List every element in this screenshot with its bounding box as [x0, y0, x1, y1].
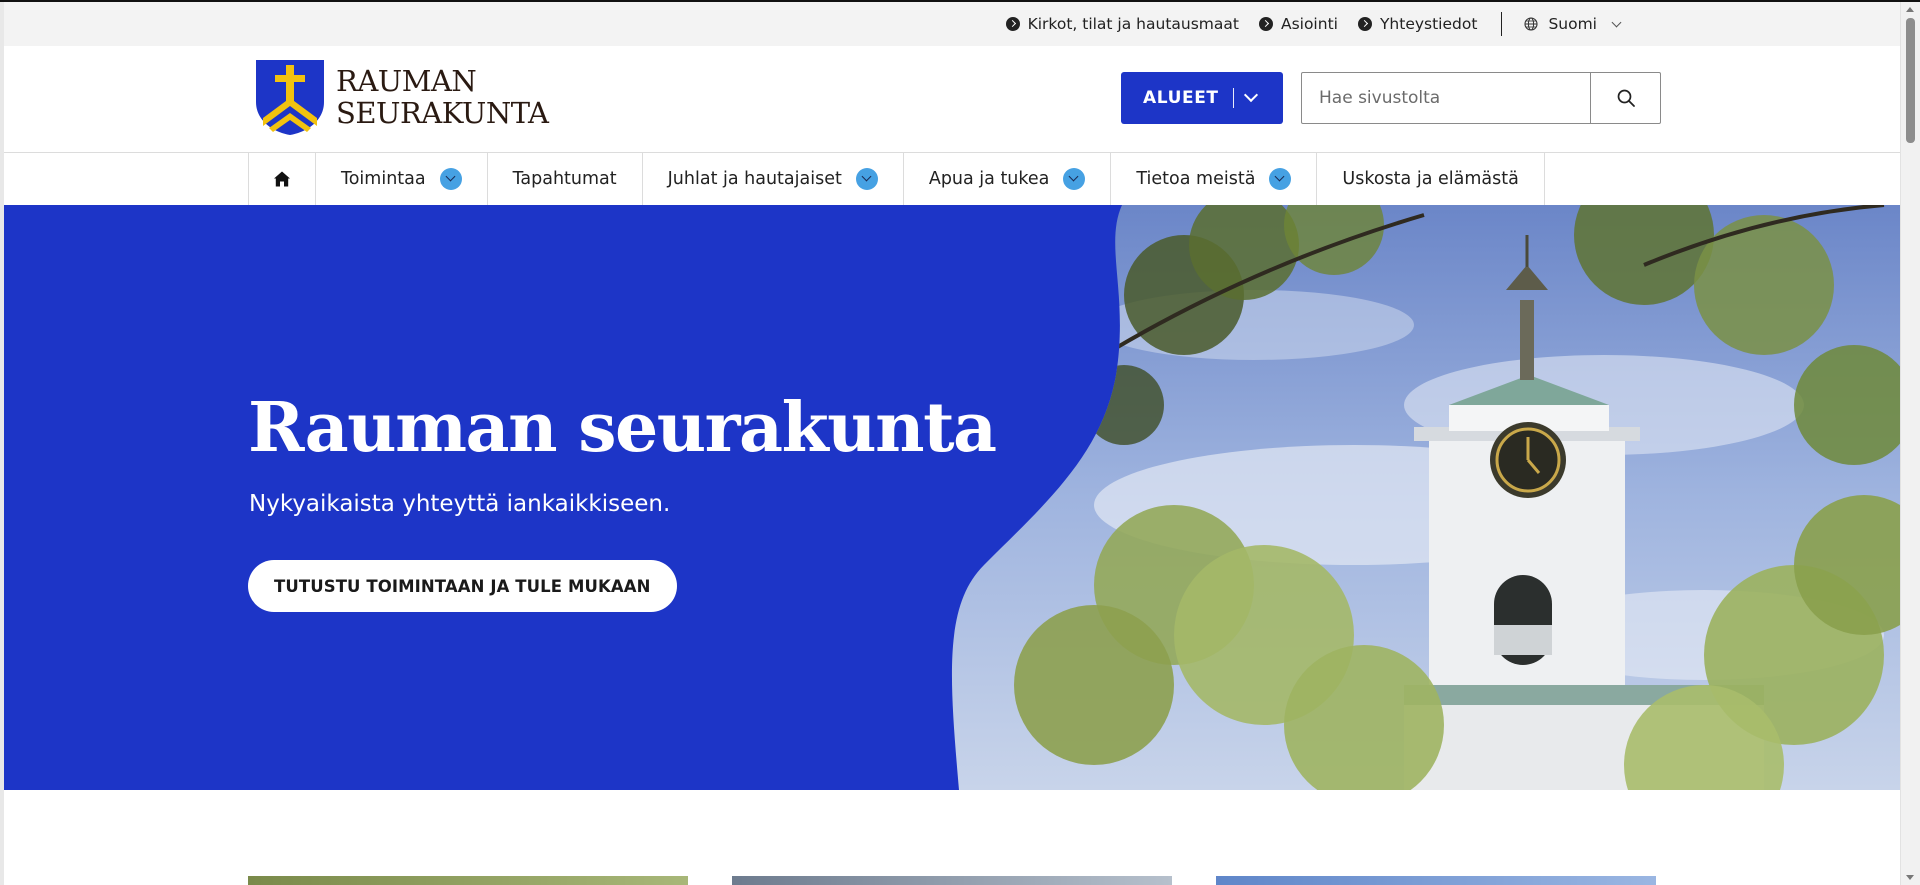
areas-button-label: ALUEET — [1143, 88, 1219, 108]
nav-item-apua[interactable]: Apua ja tukea — [904, 153, 1112, 205]
globe-icon — [1524, 17, 1538, 31]
utility-divider — [1501, 12, 1503, 36]
language-label: Suomi — [1548, 15, 1597, 33]
util-link-label: Kirkot, tilat ja hautausmaat — [1027, 15, 1239, 33]
util-link-label: Asiointi — [1280, 15, 1338, 33]
nav-item-uskosta[interactable]: Uskosta ja elämästä — [1317, 153, 1545, 205]
chevron-down-icon — [1611, 17, 1622, 27]
areas-button[interactable]: ALUEET — [1121, 72, 1283, 124]
util-link-churches[interactable]: Kirkot, tilat ja hautausmaat — [1005, 15, 1239, 33]
nav-item-label: Uskosta ja elämästä — [1342, 169, 1519, 189]
nav-item-toimintaa[interactable]: Toimintaa — [316, 153, 488, 205]
card-image[interactable] — [248, 876, 688, 885]
nav-item-tapahtumat[interactable]: Tapahtumat — [488, 153, 643, 205]
site-header: RAUMAN SEURAKUNTA ALUEET — [4, 46, 1900, 153]
scrollbar-thumb[interactable] — [1906, 18, 1915, 143]
main-nav: Toimintaa Tapahtumat Juhlat ja hautajais… — [4, 153, 1900, 205]
site-search — [1301, 72, 1661, 124]
nav-home[interactable] — [249, 153, 316, 205]
search-button[interactable] — [1590, 73, 1660, 123]
nav-item-label: Tietoa meistä — [1136, 169, 1256, 189]
card-image[interactable] — [1216, 876, 1656, 885]
hero-title: Rauman seurakunta — [248, 388, 997, 468]
nav-item-label: Tapahtumat — [512, 169, 617, 189]
nav-item-tietoa[interactable]: Tietoa meistä — [1111, 153, 1318, 205]
hero-subtitle: Nykyaikaista yhteyttä iankaikkiseen. — [249, 491, 671, 517]
language-selector[interactable]: Suomi — [1524, 15, 1622, 33]
logo-cross-icon — [256, 60, 324, 135]
content-cards — [248, 876, 1660, 885]
utility-links: Kirkot, tilat ja hautausmaat Asiointi Yh… — [1005, 2, 1622, 46]
areas-button-divider — [1232, 88, 1234, 108]
nav-item-label: Toimintaa — [341, 169, 426, 189]
scroll-up-arrow-icon[interactable] — [1906, 7, 1914, 12]
hero-banner: Rauman seurakunta Nykyaikaista yhteyttä … — [4, 205, 1900, 790]
search-icon — [1617, 89, 1635, 107]
util-link-services[interactable]: Asiointi — [1258, 15, 1338, 33]
nav-item-juhlat[interactable]: Juhlat ja hautajaiset — [643, 153, 904, 205]
search-input[interactable] — [1302, 73, 1590, 123]
main-nav-items: Toimintaa Tapahtumat Juhlat ja hautajais… — [248, 153, 1545, 205]
utility-bar: Kirkot, tilat ja hautausmaat Asiointi Yh… — [4, 2, 1900, 46]
page-scrollbar[interactable] — [1900, 2, 1920, 885]
nav-item-label: Juhlat ja hautajaiset — [667, 169, 842, 189]
chevron-down-icon[interactable] — [1269, 168, 1292, 190]
chevron-down-icon[interactable] — [855, 168, 878, 190]
chevron-down-icon[interactable] — [1063, 168, 1086, 190]
hero-cta-button[interactable]: TUTUSTU TOIMINTAAN JA TULE MUKAAN — [248, 560, 677, 612]
util-link-label: Yhteystiedot — [1379, 15, 1478, 33]
home-icon — [274, 171, 290, 187]
logo-line-2: SEURAKUNTA — [336, 96, 549, 130]
arrow-right-circle-icon — [1258, 17, 1273, 31]
site-logo[interactable]: RAUMAN SEURAKUNTA — [254, 58, 549, 136]
scroll-down-arrow-icon[interactable] — [1906, 875, 1914, 880]
logo-wordmark: RAUMAN SEURAKUNTA — [336, 64, 549, 130]
arrow-right-circle-icon — [1005, 17, 1020, 31]
chevron-down-icon — [1243, 87, 1258, 103]
card-image[interactable] — [732, 876, 1172, 885]
util-link-contacts[interactable]: Yhteystiedot — [1357, 15, 1478, 33]
logo-line-1: RAUMAN — [336, 64, 477, 98]
nav-item-label: Apua ja tukea — [928, 169, 1050, 189]
chevron-down-icon[interactable] — [439, 168, 462, 190]
arrow-right-circle-icon — [1357, 17, 1372, 31]
